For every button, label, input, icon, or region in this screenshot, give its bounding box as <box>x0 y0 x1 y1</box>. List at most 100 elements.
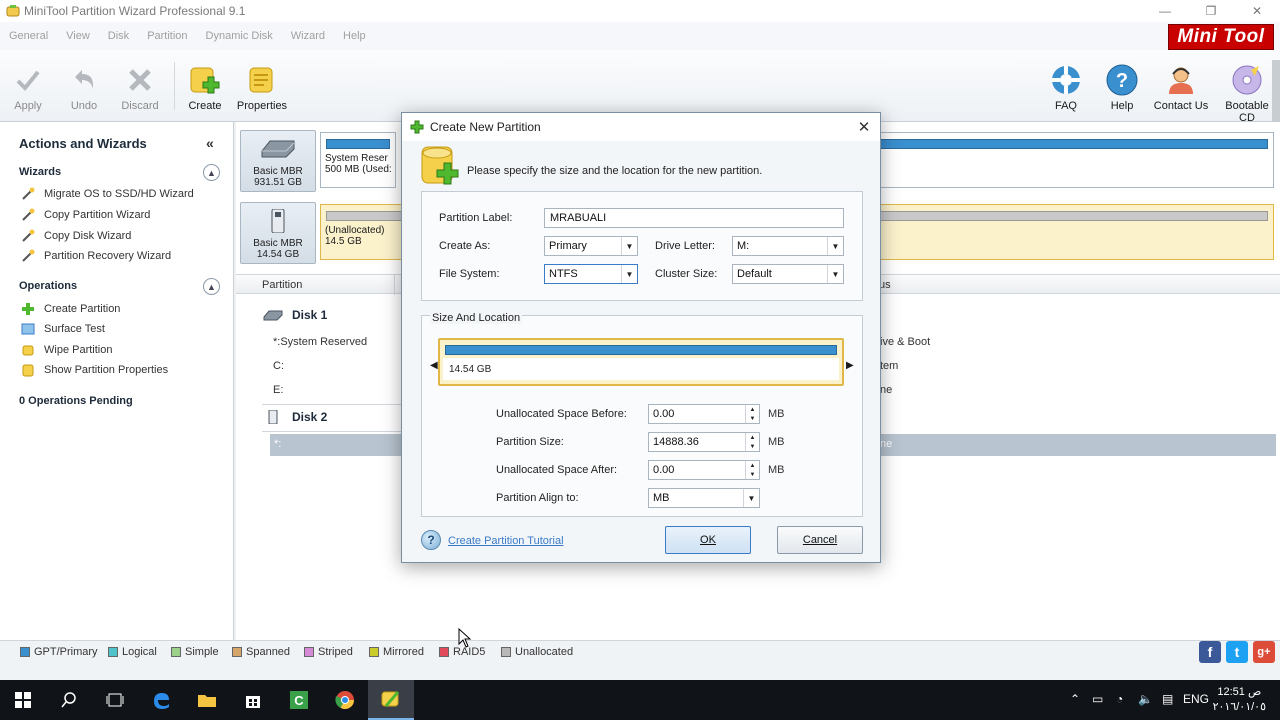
discard-button[interactable]: Discard <box>112 64 168 112</box>
create-partition-tutorial-link[interactable]: Create Partition Tutorial <box>448 535 564 547</box>
contact-person-icon <box>1169 67 1193 94</box>
menu-view[interactable]: View <box>57 30 99 42</box>
cancel-button[interactable]: Cancel <box>777 526 863 554</box>
faq-button[interactable]: FAQ <box>1038 64 1094 112</box>
op-wipe-partition[interactable]: Wipe Partition <box>20 342 112 358</box>
create-button[interactable]: Create <box>177 64 233 112</box>
partition-wizard-taskbar-button[interactable] <box>368 680 414 720</box>
help-button[interactable]: ? Help <box>1094 64 1150 112</box>
language-indicator[interactable]: ENG <box>1183 692 1209 706</box>
unalloc-before-label: Unallocated Space Before: <box>496 408 627 420</box>
spin-down-icon[interactable]: ▼ <box>746 470 759 479</box>
camtasia-icon: C <box>290 691 308 709</box>
chrome-button[interactable] <box>322 680 368 720</box>
wizard-copy-partition[interactable]: Copy Partition Wizard <box>20 207 150 223</box>
search-button[interactable] <box>46 680 92 720</box>
collapse-panel-icon[interactable]: « <box>206 135 214 151</box>
wizard-copy-disk[interactable]: Copy Disk Wizard <box>20 228 131 244</box>
create-plus-icon <box>410 120 424 134</box>
menu-general[interactable]: General <box>0 30 57 42</box>
wifi-icon[interactable]: ◔ <box>1116 692 1123 706</box>
chevron-down-icon: ▼ <box>827 265 843 283</box>
task-view-icon <box>106 693 124 707</box>
spin-up-icon[interactable]: ▲ <box>746 433 759 442</box>
volume-icon[interactable]: 🔈 <box>1138 692 1153 706</box>
disk2-row[interactable]: Disk 2 <box>262 410 327 424</box>
apply-button[interactable]: Apply <box>0 64 56 112</box>
legend-spanned: Spanned <box>232 646 290 658</box>
partition-label-input[interactable]: MRABUALI <box>544 208 844 228</box>
close-window-button[interactable]: ✕ <box>1234 0 1280 22</box>
task-view-button[interactable] <box>92 680 138 720</box>
ok-button[interactable]: OK <box>665 526 751 554</box>
system-clock[interactable]: 12:51 ص ٢٠١٦/٠١/٠٥ <box>1213 685 1266 715</box>
notification-icon[interactable]: ▤ <box>1162 692 1173 706</box>
menu-partition[interactable]: Partition <box>138 30 196 42</box>
left-handle-icon[interactable]: ◀ <box>430 360 438 371</box>
drive-letter-select[interactable]: M: ▼ <box>732 236 844 256</box>
edge-icon <box>154 693 169 709</box>
start-button[interactable] <box>0 680 46 720</box>
store-button[interactable] <box>230 680 276 720</box>
restore-button[interactable]: ❐ <box>1188 0 1234 22</box>
menu-help[interactable]: Help <box>334 30 375 42</box>
dialog-close-icon[interactable]: ✕ <box>854 117 874 137</box>
spin-up-icon[interactable]: ▲ <box>746 405 759 414</box>
create-as-select[interactable]: Primary ▼ <box>544 236 638 256</box>
svg-text:?: ? <box>1116 70 1128 92</box>
spin-down-icon[interactable]: ▼ <box>746 442 759 451</box>
unalloc-after-spinner[interactable]: 0.00 ▲ ▼ <box>648 460 760 480</box>
op-surface-test[interactable]: Surface Test <box>20 321 105 337</box>
wizards-toggle-icon[interactable]: ▲ <box>203 164 220 181</box>
right-handle-icon[interactable]: ▶ <box>846 360 854 371</box>
surface-test-icon <box>20 321 36 337</box>
size-location-title: Size And Location <box>430 312 523 324</box>
properties-small-icon <box>20 362 36 378</box>
wizard-wand-icon <box>20 207 36 223</box>
menu-dynamic-disk[interactable]: Dynamic Disk <box>197 30 282 42</box>
spin-up-icon[interactable]: ▲ <box>746 461 759 470</box>
disk1-remaining-block[interactable] <box>878 132 1274 188</box>
cluster-size-select[interactable]: Default ▼ <box>732 264 844 284</box>
tray-expand-icon[interactable]: ⌃ <box>1070 692 1080 706</box>
col-partition[interactable]: Partition <box>262 279 302 291</box>
menu-disk[interactable]: Disk <box>99 30 138 42</box>
disk1-row[interactable]: Disk 1 <box>262 308 327 322</box>
menu-wizard[interactable]: Wizard <box>282 30 334 42</box>
disk2-card[interactable]: Basic MBR 14.54 GB <box>240 202 316 264</box>
spin-down-icon[interactable]: ▼ <box>746 414 759 423</box>
row-c-drive[interactable]: C: <box>273 360 284 372</box>
partition-size-spinner[interactable]: 14888.36 ▲ ▼ <box>648 432 760 452</box>
twitter-icon[interactable]: t <box>1226 641 1248 663</box>
file-system-select[interactable]: NTFS ▼ <box>544 264 638 284</box>
tutorial-help-icon[interactable]: ? <box>421 530 441 550</box>
chrome-icon <box>335 691 354 710</box>
properties-button[interactable]: Properties <box>234 64 290 112</box>
bootable-cd-button[interactable]: Bootable CD <box>1217 64 1277 124</box>
row-e-drive[interactable]: E: <box>273 384 283 396</box>
partition-size-slider[interactable]: 14.54 GB <box>438 338 844 386</box>
disk1-card[interactable]: Basic MBR 931.51 GB <box>240 130 316 192</box>
camtasia-button[interactable]: C <box>276 680 322 720</box>
unalloc-before-spinner[interactable]: 0.00 ▲ ▼ <box>648 404 760 424</box>
wizard-migrate-os[interactable]: Migrate OS to SSD/HD Wizard <box>20 186 194 202</box>
row-system-reserved[interactable]: *:System Reserved <box>273 336 367 348</box>
file-explorer-button[interactable] <box>184 680 230 720</box>
undo-button[interactable]: Undo <box>56 64 112 112</box>
google-plus-icon[interactable]: g+ <box>1253 641 1275 663</box>
facebook-icon[interactable]: f <box>1199 641 1221 663</box>
usb-drive-icon <box>268 410 278 424</box>
op-show-properties[interactable]: Show Partition Properties <box>20 362 168 378</box>
minimize-button[interactable]: — <box>1142 0 1188 22</box>
operations-toggle-icon[interactable]: ▲ <box>203 278 220 295</box>
wizard-partition-recovery[interactable]: Partition Recovery Wizard <box>20 248 171 264</box>
disk1-system-reserved-block[interactable]: System Reser 500 MB (Used: <box>320 132 396 188</box>
store-bag-icon <box>246 696 260 708</box>
contact-us-button[interactable]: Contact Us <box>1153 64 1209 112</box>
op-create-partition[interactable]: Create Partition <box>20 301 120 317</box>
battery-icon[interactable]: ▭ <box>1092 692 1103 706</box>
edge-browser-button[interactable] <box>138 680 184 720</box>
cluster-size-label: Cluster Size: <box>655 268 718 280</box>
discard-x-icon <box>129 69 151 91</box>
partition-align-select[interactable]: MB ▼ <box>648 488 760 508</box>
